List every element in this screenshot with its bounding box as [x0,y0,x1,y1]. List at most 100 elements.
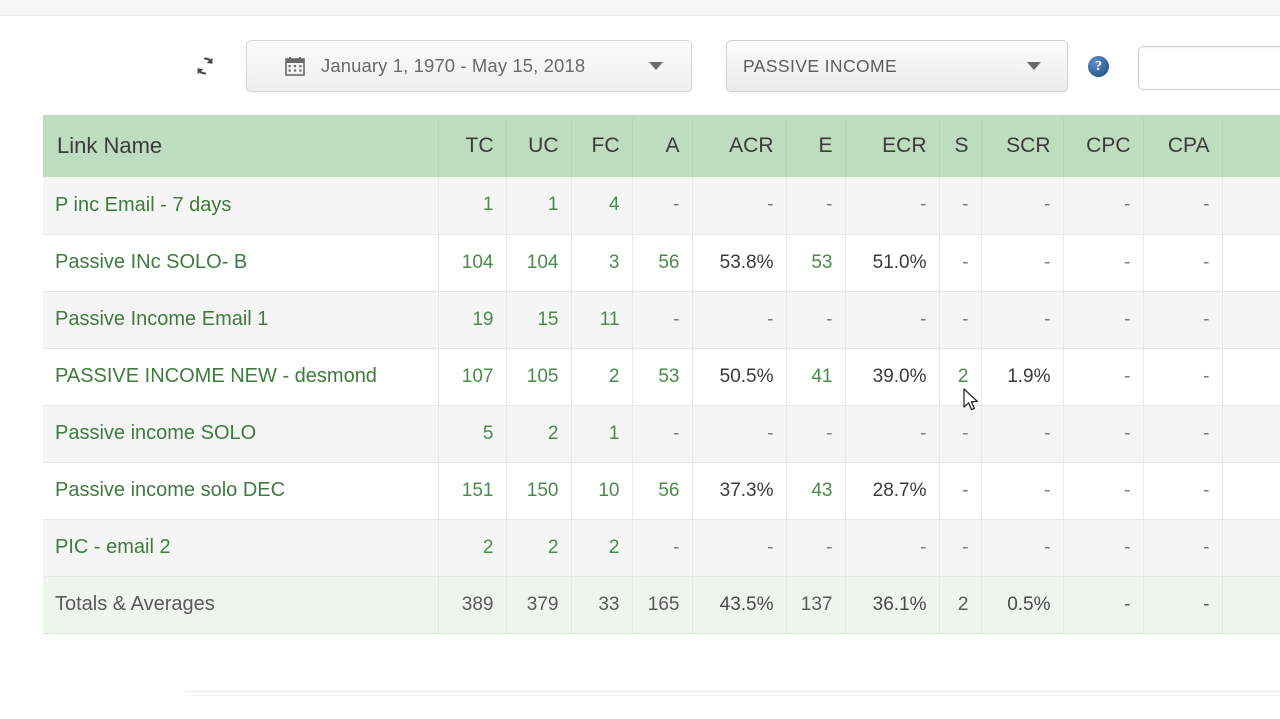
cell-s: - [939,462,982,519]
cell-cpa: - [1143,291,1223,348]
link-name-cell[interactable]: PIC - email 2 [43,519,439,576]
table-row[interactable]: PASSIVE INCOME NEW - desmond 107 105 2 5… [43,348,1280,405]
top-chrome-band [0,0,1280,16]
cell-s: 2 [939,348,982,405]
cell-fc: 10 [571,462,633,519]
cell-cp [1222,519,1280,576]
cell-cp [1222,462,1280,519]
column-header-fc[interactable]: FC [571,115,633,177]
cell-cp [1222,291,1280,348]
cell-fc: 4 [571,177,633,234]
cell-cpc: - [1063,519,1144,576]
column-header-cp[interactable]: CP [1222,115,1280,177]
cell-a: - [632,291,693,348]
app-page: January 1, 1970 - May 15, 2018 PASSIVE I… [0,0,1280,719]
cell-a: - [632,177,693,234]
cell-cp [1222,177,1280,234]
column-header-cpc[interactable]: CPC [1063,115,1144,177]
cell-tc: 19 [438,291,507,348]
column-header-ecr[interactable]: ECR [845,115,940,177]
table-row[interactable]: Passive INc SOLO- B 104 104 3 56 53.8% 5… [43,234,1280,291]
column-header-uc[interactable]: UC [506,115,572,177]
cell-cpc: - [1063,234,1144,291]
table-row[interactable]: P inc Email - 7 days 1 1 4 - - - - - - -… [43,177,1280,234]
totals-cpa: - [1143,576,1223,633]
cell-ecr: 51.0% [845,234,940,291]
cell-fc: 1 [571,405,633,462]
table-body: P inc Email - 7 days 1 1 4 - - - - - - -… [43,177,1280,633]
cell-ecr: - [845,519,940,576]
cell-s: - [939,234,982,291]
column-header-tc[interactable]: TC [438,115,507,177]
cell-uc: 104 [506,234,572,291]
table-header-row: Link Name TC UC FC A ACR E ECR S SCR CPC… [43,115,1280,177]
cell-e: 41 [786,348,846,405]
chevron-down-icon [1027,62,1041,70]
totals-a: 165 [632,576,693,633]
totals-cpc: - [1063,576,1144,633]
link-name-cell[interactable]: PASSIVE INCOME NEW - desmond [43,348,439,405]
cell-a: - [632,405,693,462]
search-input[interactable] [1138,46,1280,90]
report-table: Link Name TC UC FC A ACR E ECR S SCR CPC… [43,115,1280,634]
cell-uc: 2 [506,405,572,462]
column-header-s[interactable]: S [939,115,982,177]
cell-cpa: - [1143,405,1223,462]
cell-a: 56 [632,234,693,291]
report-table-container: Link Name TC UC FC A ACR E ECR S SCR CPC… [43,115,1280,634]
campaign-select-value: PASSIVE INCOME [743,55,898,76]
table-row[interactable]: Passive income solo DEC 151 150 10 56 37… [43,462,1280,519]
column-header-link-name[interactable]: Link Name [43,115,439,177]
cell-cpc: - [1063,462,1144,519]
date-range-picker[interactable]: January 1, 1970 - May 15, 2018 [246,40,692,92]
column-header-acr[interactable]: ACR [692,115,787,177]
calendar-icon [285,57,305,76]
cell-cp [1222,348,1280,405]
totals-e: 137 [786,576,846,633]
cell-cpc: - [1063,405,1144,462]
cell-fc: 11 [571,291,633,348]
cell-ecr: 39.0% [845,348,940,405]
column-header-scr[interactable]: SCR [981,115,1064,177]
cell-s: - [939,405,982,462]
table-row[interactable]: Passive income SOLO 5 2 1 - - - - - - - … [43,405,1280,462]
cell-ecr: - [845,291,940,348]
cell-a: - [632,519,693,576]
cell-acr: - [692,291,787,348]
cell-tc: 1 [438,177,507,234]
cell-acr: 53.8% [692,234,787,291]
link-name-cell[interactable]: Passive income solo DEC [43,462,439,519]
cell-s: - [939,291,982,348]
cell-e: 43 [786,462,846,519]
footer-divider [185,691,1280,692]
table-header: Link Name TC UC FC A ACR E ECR S SCR CPC… [43,115,1280,177]
table-row[interactable]: Passive Income Email 1 19 15 11 - - - - … [43,291,1280,348]
cell-cpa: - [1143,234,1223,291]
cell-scr: - [981,177,1064,234]
link-name-cell[interactable]: P inc Email - 7 days [43,177,439,234]
column-header-cpa[interactable]: CPA [1143,115,1223,177]
refresh-icon[interactable] [190,51,220,81]
cell-cpa: - [1143,519,1223,576]
link-name-cell[interactable]: Passive INc SOLO- B [43,234,439,291]
cell-fc: 3 [571,234,633,291]
cell-uc: 2 [506,519,572,576]
cell-scr: - [981,291,1064,348]
totals-scr: 0.5% [981,576,1064,633]
cell-uc: 105 [506,348,572,405]
cell-uc: 150 [506,462,572,519]
cell-ecr: - [845,405,940,462]
cell-acr: - [692,405,787,462]
column-header-a[interactable]: A [632,115,693,177]
column-header-e[interactable]: E [786,115,846,177]
help-icon[interactable]: ? [1088,56,1109,77]
table-row[interactable]: PIC - email 2 2 2 2 - - - - - - - - [43,519,1280,576]
chevron-down-icon [649,62,663,70]
link-name-cell[interactable]: Passive Income Email 1 [43,291,439,348]
cell-cp [1222,234,1280,291]
link-name-cell[interactable]: Passive income SOLO [43,405,439,462]
cell-e: - [786,405,846,462]
totals-ecr: 36.1% [845,576,940,633]
cell-e: - [786,291,846,348]
campaign-select[interactable]: PASSIVE INCOME [726,40,1068,92]
